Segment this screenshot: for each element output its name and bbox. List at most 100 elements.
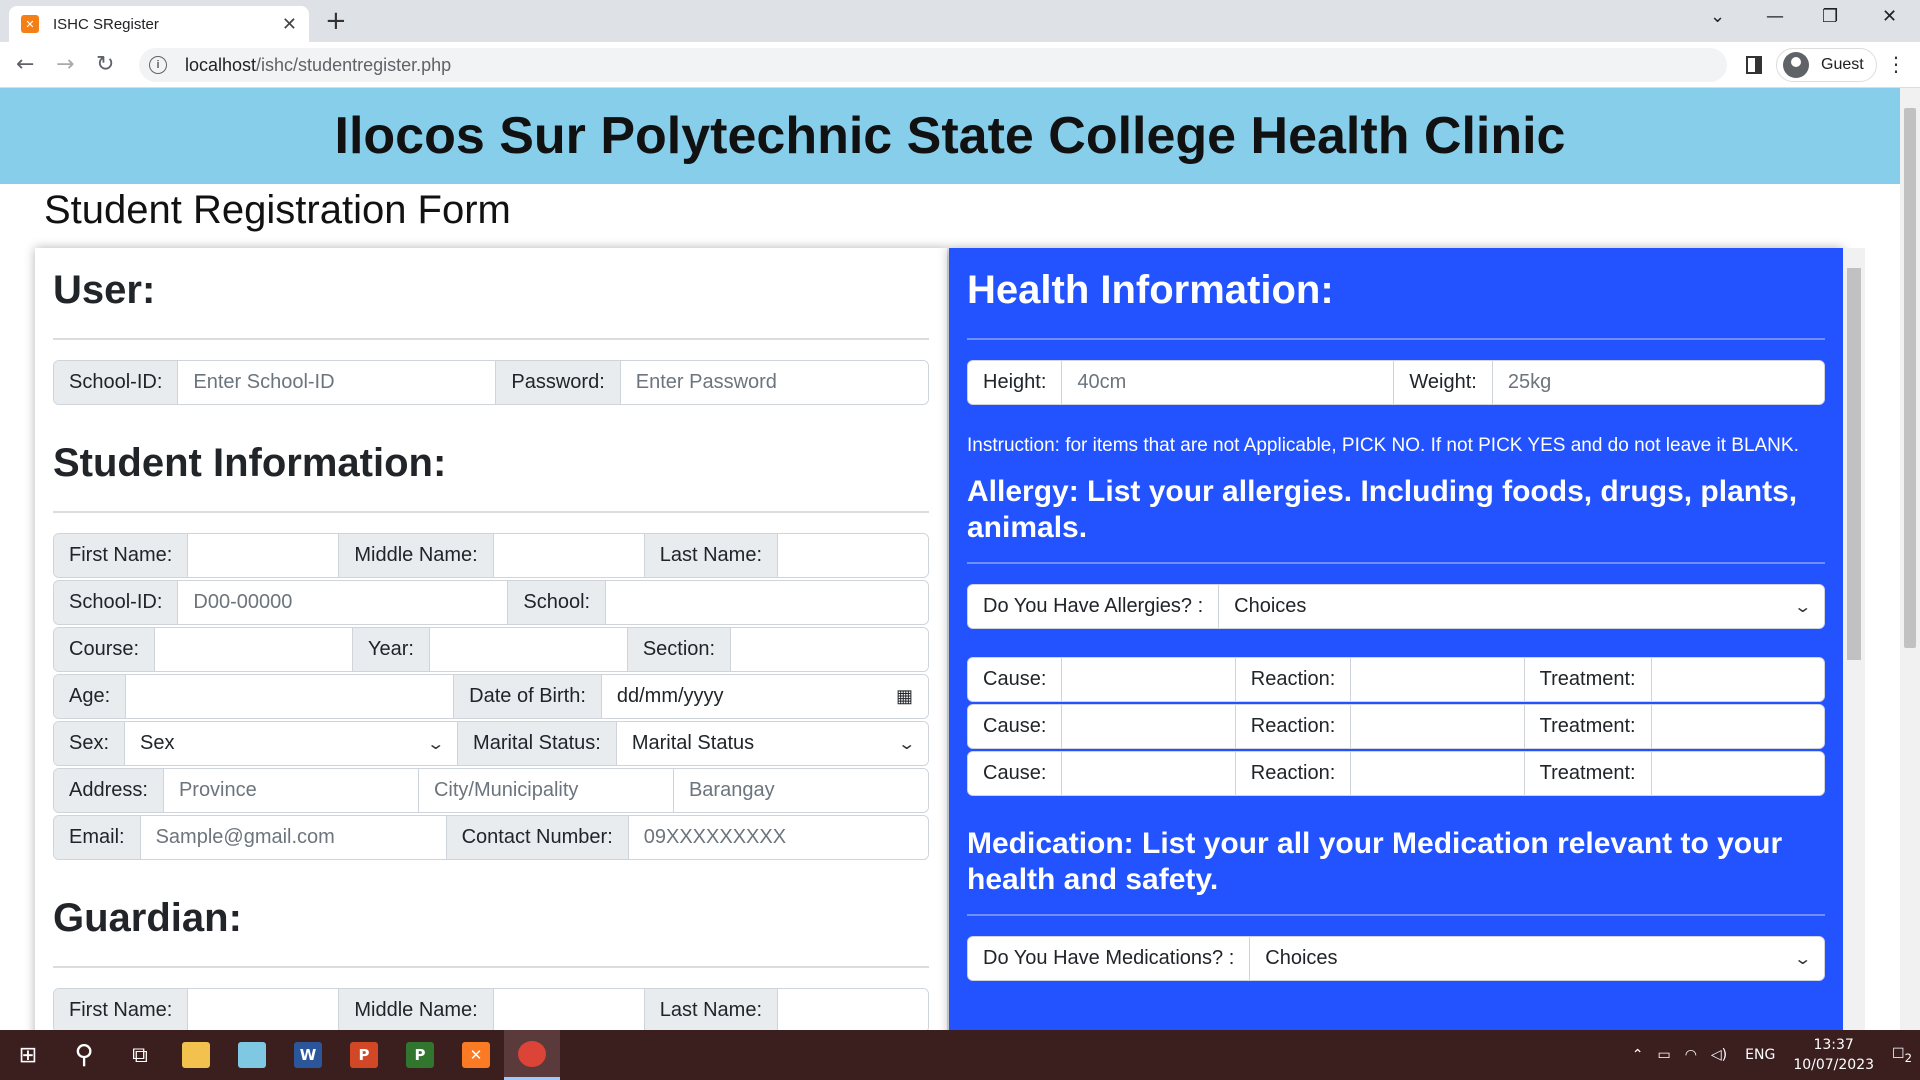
menu-icon[interactable]: ⋮ [1886,52,1906,76]
chevron-up-icon[interactable]: ⌃ [1632,1047,1644,1063]
guardian-middle-name-input[interactable] [493,989,645,1030]
sex-label: Sex: [54,722,126,765]
date: 10/07/2023 [1793,1057,1875,1073]
treatment-input[interactable] [1651,752,1824,795]
course-label: Course: [54,628,156,671]
province-input[interactable]: Province [163,769,419,812]
first-name-input[interactable] [188,534,340,577]
inner-scroll-thumb[interactable] [1847,268,1861,660]
notification-icon[interactable]: ☐2 [1892,1046,1912,1065]
url-host: localhost [185,54,257,75]
forward-icon[interactable]: → [56,52,74,77]
guardian-last-name-input[interactable] [778,989,928,1030]
windows-start-icon[interactable]: ⊞ [0,1030,56,1080]
guardian-first-name-label: First Name: [54,989,189,1030]
chevron-down-icon: ⌄ [1792,598,1812,616]
guardian-first-name-input[interactable] [188,989,340,1030]
browser-tab[interactable]: ✕ ISHC SRegister ✕ [9,6,309,42]
treatment-label: Treatment: [1524,658,1652,701]
tab-search-icon[interactable]: ⌄ [1710,6,1725,27]
allergy-heading: Allergy: List your allergies. Including … [967,475,1798,544]
reaction-input[interactable] [1351,705,1525,748]
email-label: Email: [54,816,141,859]
treatment-input[interactable] [1651,658,1824,701]
school-label: School: [508,581,607,624]
chrome-icon[interactable] [504,1030,560,1080]
course-input[interactable] [155,628,353,671]
search-icon[interactable]: ⚲ [56,1030,112,1080]
allergy-select[interactable]: Choices ⌄ [1219,585,1824,628]
notepad-icon[interactable] [224,1030,280,1080]
city-input[interactable]: City/Municipality [418,769,674,812]
treatment-label: Treatment: [1524,752,1652,795]
password-input[interactable]: Enter Password [620,361,928,404]
profile-label: Guest [1821,56,1864,73]
cause-input[interactable] [1062,752,1236,795]
page-scroll-thumb[interactable] [1904,108,1916,648]
maximize-button[interactable]: ❐ [1822,6,1838,27]
wifi-icon[interactable]: ◠ [1685,1047,1697,1063]
back-icon[interactable]: ← [16,52,34,77]
minimize-button[interactable]: — [1766,6,1784,27]
section-input[interactable] [731,628,928,671]
inner-scrollbar[interactable] [1843,248,1865,1030]
reload-icon[interactable]: ↻ [96,52,114,77]
allergy-question-row: Do You Have Allergies? : Choices ⌄ [967,584,1825,629]
sex-value: Sex [140,732,175,754]
allergy-row: Cause: Reaction: Treatment: [967,751,1825,796]
profile-button[interactable]: Guest [1776,48,1877,82]
sex-select[interactable]: Sex ⌄ [125,722,459,765]
reaction-input[interactable] [1351,658,1525,701]
medication-select-value: Choices [1265,947,1338,969]
word-icon[interactable]: W [280,1030,336,1080]
treatment-input[interactable] [1651,705,1824,748]
project-icon[interactable]: P [392,1030,448,1080]
user-school-id-input[interactable]: Enter School-ID [178,361,497,404]
calendar-icon[interactable]: ▦ [896,686,913,707]
side-panel-icon[interactable] [1746,56,1762,74]
weight-label: Weight: [1394,361,1493,404]
health-heading: Health Information: [967,268,1334,312]
dob-input[interactable]: dd/mm/yyyy ▦ [601,675,928,718]
middle-name-input[interactable] [493,534,645,577]
reaction-input[interactable] [1351,752,1525,795]
battery-icon[interactable]: ▭ [1657,1047,1670,1063]
weight-input[interactable]: 25kg [1492,361,1824,404]
height-input[interactable]: 40cm [1062,361,1395,404]
age-input[interactable] [126,675,455,718]
reaction-label: Reaction: [1235,705,1352,748]
last-name-input[interactable] [778,534,928,577]
clock[interactable]: 13:37 10/07/2023 [1793,1035,1874,1075]
divider [53,511,929,513]
email-input[interactable]: Sample@gmail.com [140,816,447,859]
marital-status-label: Marital Status: [458,722,617,765]
language-indicator[interactable]: ENG [1745,1047,1775,1063]
cause-input[interactable] [1062,658,1236,701]
barangay-input[interactable]: Barangay [673,769,928,812]
marital-status-select[interactable]: Marital Status ⌄ [616,722,928,765]
contact-number-input[interactable]: 09XXXXXXXXX [628,816,928,859]
file-explorer-icon[interactable] [168,1030,224,1080]
info-icon[interactable]: i [149,56,167,74]
student-school-id-input[interactable]: D00-00000 [178,581,509,624]
page-scrollbar[interactable] [1900,88,1920,1030]
cause-input[interactable] [1062,705,1236,748]
divider [967,338,1825,340]
close-icon[interactable]: ✕ [282,14,297,35]
window-close-button[interactable]: ✕ [1882,6,1897,27]
volume-icon[interactable]: ◁) [1711,1047,1727,1063]
allergy-select-value: Choices [1234,595,1307,617]
powerpoint-icon[interactable]: P [336,1030,392,1080]
medication-select[interactable]: Choices ⌄ [1250,937,1824,980]
xampp-icon[interactable]: ✕ [448,1030,504,1080]
year-input[interactable] [429,628,628,671]
task-view-icon[interactable]: ⧉ [112,1030,168,1080]
new-tab-button[interactable]: + [325,6,347,36]
medication-question-row: Do You Have Medications? : Choices ⌄ [967,936,1825,981]
last-name-label: Last Name: [644,534,778,577]
address-bar[interactable]: i localhost/ishc/studentregister.php [139,48,1727,82]
time: 13:37 [1813,1037,1854,1053]
notification-count: 2 [1904,1050,1912,1065]
school-input[interactable] [606,581,928,624]
windows-taskbar: ⊞ ⚲ ⧉ W P P ✕ ⌃ ▭ ◠ ◁) ENG 13:37 10/07/2… [0,1030,1920,1080]
